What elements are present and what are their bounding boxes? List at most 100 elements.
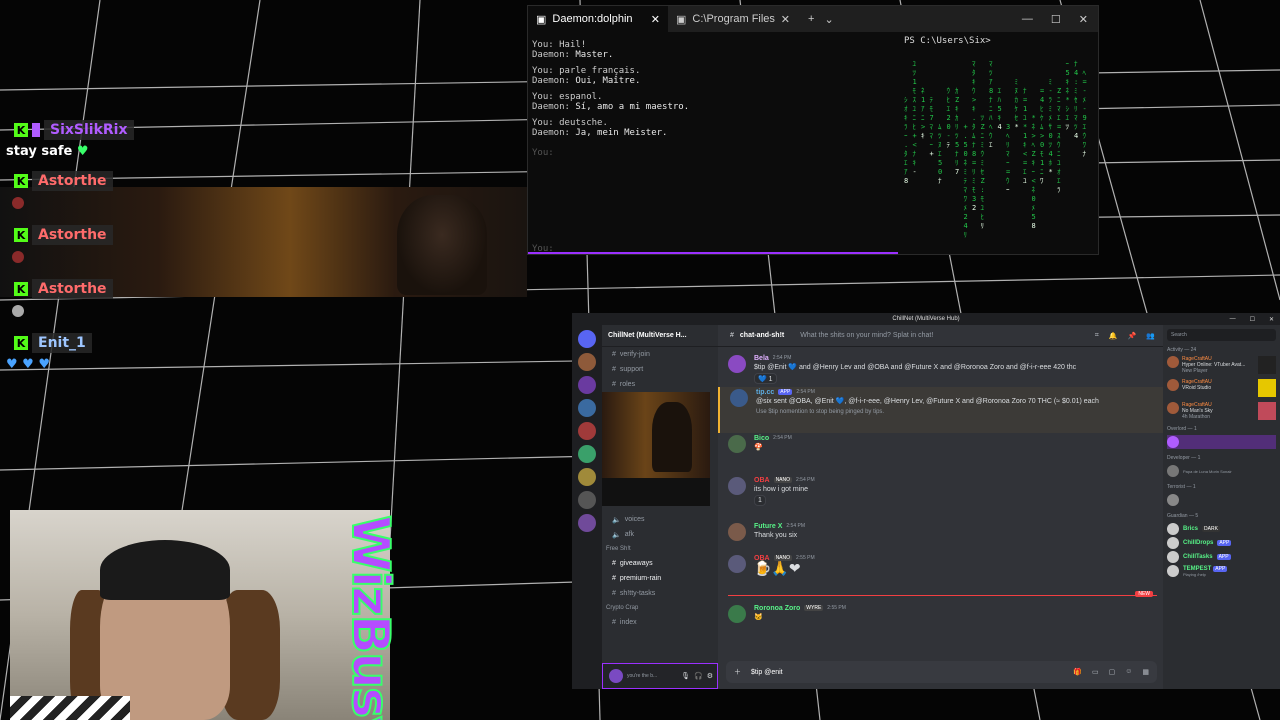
bell-icon[interactable]: 🔔 <box>1109 332 1118 340</box>
term-line: You: parle français. <box>532 66 641 76</box>
member-item[interactable]: Brics DARK <box>1167 522 1276 536</box>
sticker-icon: 🍄 <box>754 444 763 451</box>
matrix-glyph: ﾐ <box>972 177 976 185</box>
channel-item[interactable]: # support <box>602 362 718 377</box>
avatar[interactable] <box>728 435 746 453</box>
close-icon[interactable]: ✕ <box>1269 316 1274 323</box>
matrix-glyph: - <box>1049 87 1053 95</box>
matrix-glyph: ﾕ <box>1023 177 1027 185</box>
member-item[interactable]: TEMPEST APP Playing /help <box>1167 564 1276 578</box>
channel-item[interactable]: # index <box>602 615 718 630</box>
matrix-glyph: ﾅ <box>913 150 917 158</box>
matrix-glyph: . <box>904 141 908 149</box>
channel-item[interactable]: # verify-join <box>602 347 718 362</box>
avatar[interactable] <box>728 605 746 623</box>
member-item[interactable] <box>1167 435 1276 449</box>
maximize-icon[interactable]: ☐ <box>1250 316 1255 323</box>
discord-home-icon[interactable] <box>578 330 596 348</box>
gear-icon[interactable]: ⚙ <box>707 672 717 680</box>
terminal-tab-windowsapps[interactable]: ▣ C:\Program Files\WindowsApp ✕ <box>668 6 798 32</box>
matrix-glyph: - <box>913 168 917 176</box>
plus-icon[interactable]: ＋ <box>734 667 741 677</box>
close-icon[interactable]: ✕ <box>1079 13 1088 26</box>
matrix-glyph: ﾘ <box>1006 141 1010 149</box>
minimize-icon[interactable]: — <box>1230 316 1236 323</box>
channel-topic: What the shits on your mind? Splat in ch… <box>800 332 934 339</box>
matrix-glyph: ﾓ <box>913 87 917 95</box>
channel-item[interactable]: # roles <box>602 377 718 392</box>
category-header[interactable]: Free Sh!t <box>602 542 718 556</box>
channel-item[interactable]: 🔈 voices <box>602 512 718 527</box>
activity-card[interactable]: RageCraftAU VRoid Studio <box>1167 379 1276 397</box>
channel-item[interactable]: # sh!tty-tasks <box>602 586 718 601</box>
message-input[interactable]: ＋ $tip @enit 🎁 ▭ ▢ ☺ ▦ <box>726 661 1157 683</box>
gif-icon[interactable]: ▭ <box>1092 668 1099 676</box>
matrix-glyph: Z <box>1057 87 1061 95</box>
maximize-icon[interactable]: ☐ <box>1051 13 1061 26</box>
reaction[interactable]: 💙 1 <box>754 373 777 384</box>
member-item[interactable]: ChillTasks APP <box>1167 550 1276 564</box>
channel-item[interactable]: # premium-rain <box>602 571 718 586</box>
gift-icon[interactable]: 🎁 <box>1073 668 1082 676</box>
apps-icon[interactable]: ▦ <box>1142 668 1149 676</box>
popout-video[interactable] <box>602 392 710 478</box>
server-icon[interactable] <box>578 376 596 394</box>
activity-card[interactable]: RageCraftAU No Man's Sky 4h Marathon <box>1167 402 1276 420</box>
matrix-glyph: 5 <box>998 105 1002 113</box>
server-icon[interactable] <box>578 353 596 371</box>
headphones-icon[interactable]: 🎧 <box>694 672 703 680</box>
members-icon[interactable]: 👥 <box>1146 332 1155 340</box>
green-heart-icon: ♥ <box>76 144 89 159</box>
channel-item[interactable]: # giveaways <box>602 556 718 571</box>
server-icon[interactable] <box>578 422 596 440</box>
matrix-glyph: 1 <box>1023 132 1027 140</box>
terminal-pane-chat[interactable]: You: Hail! Daemon: Master. You: parle fr… <box>528 32 898 254</box>
minimize-icon[interactable]: — <box>1022 13 1033 26</box>
matrix-glyph: 7 <box>955 168 959 176</box>
matrix-glyph: Z <box>981 177 985 185</box>
server-icon[interactable] <box>578 445 596 463</box>
avatar[interactable] <box>728 523 746 541</box>
avatar[interactable] <box>728 555 746 573</box>
server-icon[interactable] <box>578 514 596 532</box>
reaction[interactable]: 1 <box>754 495 766 506</box>
terminal-tab-daemon[interactable]: ▣ Daemon:dolphin ✕ <box>528 6 668 32</box>
pin-icon[interactable]: 📌 <box>1128 332 1137 340</box>
matrix-glyph: - <box>947 132 951 140</box>
matrix-glyph: 1 <box>921 96 925 104</box>
category-header[interactable]: Crypto Crap <box>602 601 718 615</box>
member-item[interactable]: ChillDrops APP <box>1167 536 1276 550</box>
matrix-glyph: ﾏ <box>964 186 968 194</box>
mic-icon[interactable]: 🎙 <box>681 672 690 680</box>
new-tab-button[interactable]: + <box>808 13 814 25</box>
terminal-pane-powershell[interactable]: PS C:\Users\Six> ｼｵｷﾗｰ. ﾀｴｱ 8 ﾕﾂ 1 ﾓｽﾕﾆﾋ + < ﾅｷ -… <box>900 32 1098 254</box>
matrix-glyph: ﾕ <box>1023 114 1027 122</box>
matrix-glyph: ﾒ <box>964 204 968 212</box>
search-input[interactable]: Search <box>1167 329 1276 341</box>
matrix-glyph: 5 <box>1066 69 1070 77</box>
threads-icon[interactable]: ⌗ <box>1095 332 1099 340</box>
server-icon[interactable] <box>578 399 596 417</box>
avatar[interactable] <box>609 669 623 683</box>
webcam-stripes <box>10 696 130 720</box>
kick-badge-icon: K <box>14 123 28 137</box>
avatar[interactable] <box>730 389 748 407</box>
server-icon[interactable] <box>578 468 596 486</box>
server-icon[interactable] <box>578 491 596 509</box>
avatar[interactable] <box>728 477 746 495</box>
close-icon[interactable]: ✕ <box>651 13 660 26</box>
matrix-glyph: ｽ <box>1057 132 1061 140</box>
matrix-glyph: * <box>1015 123 1019 131</box>
close-icon[interactable]: ✕ <box>781 13 790 26</box>
matrix-glyph: 1 <box>1040 159 1044 167</box>
sticker-icon[interactable]: ▢ <box>1109 668 1116 676</box>
emoji-icon[interactable]: ☺ <box>1125 668 1132 676</box>
member-item[interactable]: Papa de Luna Morin Sonair <box>1167 464 1276 478</box>
activity-card[interactable]: RageCraftAU Hyper Online: VTuber Avat... N… <box>1167 356 1276 374</box>
server-name[interactable]: ChillNet (MultiVerse H... <box>602 325 718 347</box>
member-item[interactable] <box>1167 493 1276 507</box>
avatar[interactable] <box>728 355 746 373</box>
chevron-down-icon[interactable]: ⌄ <box>824 13 833 26</box>
channel-item[interactable]: 🔈 afk <box>602 527 718 542</box>
section-header: Developer — 1 <box>1167 455 1201 461</box>
